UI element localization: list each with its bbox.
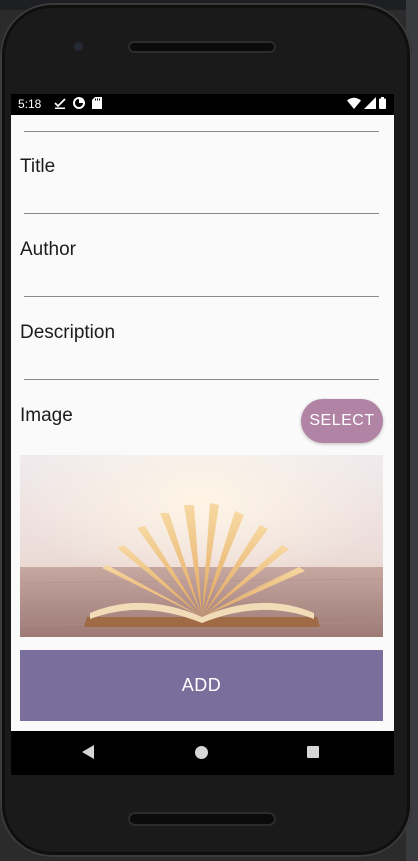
wifi-icon xyxy=(347,97,361,112)
navigation-bar xyxy=(11,731,394,775)
author-input[interactable] xyxy=(20,256,380,296)
description-input-underline xyxy=(24,379,379,380)
add-book-form: Title Author Description Image SELECT AD… xyxy=(11,115,394,731)
recents-icon[interactable] xyxy=(307,746,319,758)
description-input[interactable] xyxy=(20,339,380,379)
author-input-underline xyxy=(24,296,379,297)
title-input-underline xyxy=(24,213,379,214)
data-saver-icon xyxy=(73,97,85,112)
phone-screen: 5:18 Title Author Description Image SELE… xyxy=(11,94,394,775)
phone-frame: 5:18 Title Author Description Image SELE… xyxy=(0,3,412,857)
title-input[interactable] xyxy=(20,173,380,213)
divider xyxy=(24,131,379,132)
bottom-speaker xyxy=(128,812,276,826)
status-time: 5:18 xyxy=(18,97,42,111)
back-icon[interactable] xyxy=(81,744,95,765)
download-done-icon xyxy=(54,97,66,112)
sd-card-icon xyxy=(92,97,102,112)
cell-signal-icon xyxy=(364,97,376,112)
home-icon[interactable] xyxy=(195,746,208,759)
select-image-button[interactable]: SELECT xyxy=(301,399,383,443)
earpiece-speaker xyxy=(128,41,276,53)
book-image-preview xyxy=(20,455,383,637)
front-camera xyxy=(74,42,83,51)
image-label: Image xyxy=(20,405,73,426)
battery-icon xyxy=(379,97,386,112)
status-bar: 5:18 xyxy=(11,94,394,115)
add-button[interactable]: ADD xyxy=(20,650,383,721)
